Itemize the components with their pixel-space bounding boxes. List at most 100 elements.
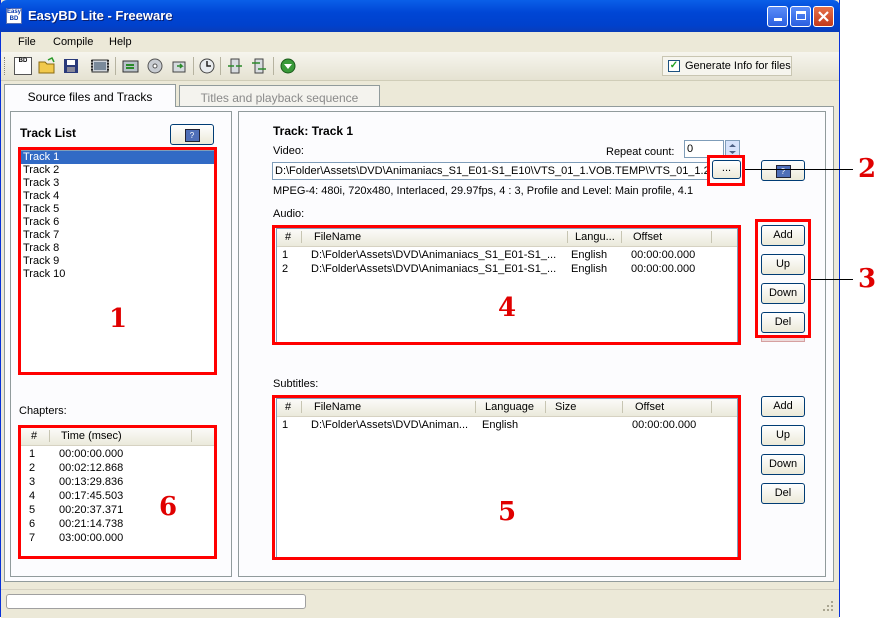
menu-compile[interactable]: Compile [53, 36, 93, 48]
chapters-header: # Time (msec) [21, 428, 215, 446]
repeat-count-stepper[interactable] [725, 140, 740, 158]
column-header-time[interactable]: Time (msec) [61, 430, 122, 442]
generate-info-checkbox[interactable]: ✓ [668, 60, 680, 72]
audio-list[interactable]: # FileName Langu... Offset 1 D:\Folder\A… [276, 228, 738, 343]
column-separator[interactable] [49, 430, 50, 442]
tab-source-files[interactable]: Source files and Tracks [4, 84, 176, 107]
chapter-number: 2 [29, 462, 36, 474]
audio-down-button[interactable]: Down [761, 283, 805, 304]
import-icon[interactable] [170, 57, 188, 75]
track-list-item[interactable]: Track 5 [21, 203, 215, 216]
column-separator[interactable] [622, 401, 623, 413]
column-separator[interactable] [621, 231, 622, 243]
merge-icon[interactable] [250, 57, 268, 75]
info-icon: ? [775, 165, 791, 178]
column-header-filename[interactable]: FileName [314, 231, 361, 243]
add-track-icon[interactable] [91, 57, 109, 75]
split-icon[interactable] [226, 57, 244, 75]
menu-file[interactable]: File [18, 36, 36, 48]
chapter-number: 7 [29, 532, 36, 544]
column-header-number[interactable]: # [31, 430, 37, 442]
column-header-language[interactable]: Language [485, 401, 534, 413]
audio-del-button[interactable]: Del [761, 312, 805, 333]
column-header-filename[interactable]: FileName [314, 401, 361, 413]
subtitle-add-button[interactable]: Add [761, 396, 805, 417]
column-separator[interactable] [545, 401, 546, 413]
video-info-button[interactable]: ? [761, 160, 805, 181]
column-separator[interactable] [301, 231, 302, 243]
resize-grip-icon[interactable] [822, 600, 834, 612]
toolbar-separator [220, 57, 221, 75]
subtitle-up-button[interactable]: Up [761, 425, 805, 446]
audio-add-button[interactable]: Add [761, 225, 805, 246]
callout-number-6: 6 [159, 492, 178, 522]
audio-row-filename: D:\Folder\Assets\DVD\Animaniacs_S1_E01-S… [311, 263, 557, 275]
column-header-number[interactable]: # [285, 231, 291, 243]
chapters-list[interactable]: # Time (msec) 1 00:00:00.000 2 00:02:12.… [20, 427, 216, 558]
track-list[interactable]: Track 1 Track 2 Track 3 Track 4 Track 5 … [20, 150, 216, 374]
chapters-icon[interactable] [198, 57, 216, 75]
audio-up-button[interactable]: Up [761, 254, 805, 275]
track-list-item[interactable]: Track 1 [21, 151, 215, 164]
generate-info-label[interactable]: Generate Info for files [685, 60, 791, 72]
column-header-offset[interactable]: Offset [635, 401, 664, 413]
track-list-item[interactable]: Track 7 [21, 229, 215, 242]
callout-number-3: 3 [858, 264, 876, 294]
toolbar-grip[interactable] [4, 57, 7, 75]
close-button[interactable] [813, 6, 834, 27]
column-separator[interactable] [711, 401, 712, 413]
subtitles-list[interactable]: # FileName Language Size Offset 1 D:\Fol… [276, 398, 738, 558]
browse-video-button[interactable]: ... [712, 160, 741, 179]
subtitle-del-button[interactable]: Del [761, 483, 805, 504]
video-label: Video: [273, 145, 304, 157]
column-separator[interactable] [567, 231, 568, 243]
track-list-item[interactable]: Track 6 [21, 216, 215, 229]
stepper-arrows-icon [729, 144, 736, 154]
callout-number-1: 1 [109, 304, 128, 334]
audio-info-button[interactable] [761, 335, 805, 342]
repeat-count-input[interactable]: 0 [684, 140, 724, 158]
column-separator[interactable] [191, 430, 192, 442]
track-list-item[interactable]: Track 8 [21, 242, 215, 255]
burn-icon[interactable] [279, 57, 297, 75]
column-header-offset[interactable]: Offset [633, 231, 662, 243]
chapter-time: 00:13:29.836 [59, 476, 124, 488]
chapter-time: 00:17:45.503 [59, 490, 124, 502]
column-header-size[interactable]: Size [555, 401, 576, 413]
maximize-button[interactable] [790, 6, 811, 27]
chapter-number: 4 [29, 490, 36, 502]
column-separator[interactable] [711, 231, 712, 243]
column-header-number[interactable]: # [285, 401, 291, 413]
menu-help[interactable]: Help [109, 36, 132, 48]
chapter-number: 5 [29, 504, 36, 516]
disc-icon[interactable] [146, 57, 164, 75]
repeat-count-label: Repeat count: [606, 146, 675, 158]
column-separator[interactable] [301, 401, 302, 413]
callout-line-2 [745, 169, 853, 170]
callout-number-5: 5 [498, 497, 517, 527]
callout-line-3 [811, 279, 853, 280]
track-list-item[interactable]: Track 2 [21, 164, 215, 177]
open-folder-icon[interactable] [38, 56, 56, 75]
track-list-item[interactable]: Track 10 [21, 268, 215, 281]
save-icon[interactable] [62, 57, 80, 75]
chapters-label: Chapters: [19, 405, 67, 417]
column-header-language[interactable]: Langu... [575, 231, 615, 243]
track-info-button[interactable]: ? [170, 124, 214, 145]
minimize-button[interactable] [767, 6, 788, 27]
track-list-item[interactable]: Track 3 [21, 177, 215, 190]
chapter-number: 1 [29, 448, 36, 460]
video-path-input[interactable]: D:\Folder\Assets\DVD\Animaniacs_S1_E01-S… [272, 162, 708, 180]
column-separator[interactable] [475, 401, 476, 413]
new-disc-icon[interactable]: BD [14, 57, 32, 75]
maximize-icon [795, 11, 806, 20]
tab-titles-playback[interactable]: Titles and playback sequence [179, 85, 380, 106]
subtitles-header: # FileName Language Size Offset [277, 399, 737, 417]
chapter-number: 3 [29, 476, 36, 488]
chapter-time: 03:00:00.000 [59, 532, 124, 544]
compile-icon[interactable] [122, 57, 140, 75]
track-list-item[interactable]: Track 9 [21, 255, 215, 268]
subtitle-down-button[interactable]: Down [761, 454, 805, 475]
callout-number-4: 4 [498, 293, 517, 323]
track-list-item[interactable]: Track 4 [21, 190, 215, 203]
